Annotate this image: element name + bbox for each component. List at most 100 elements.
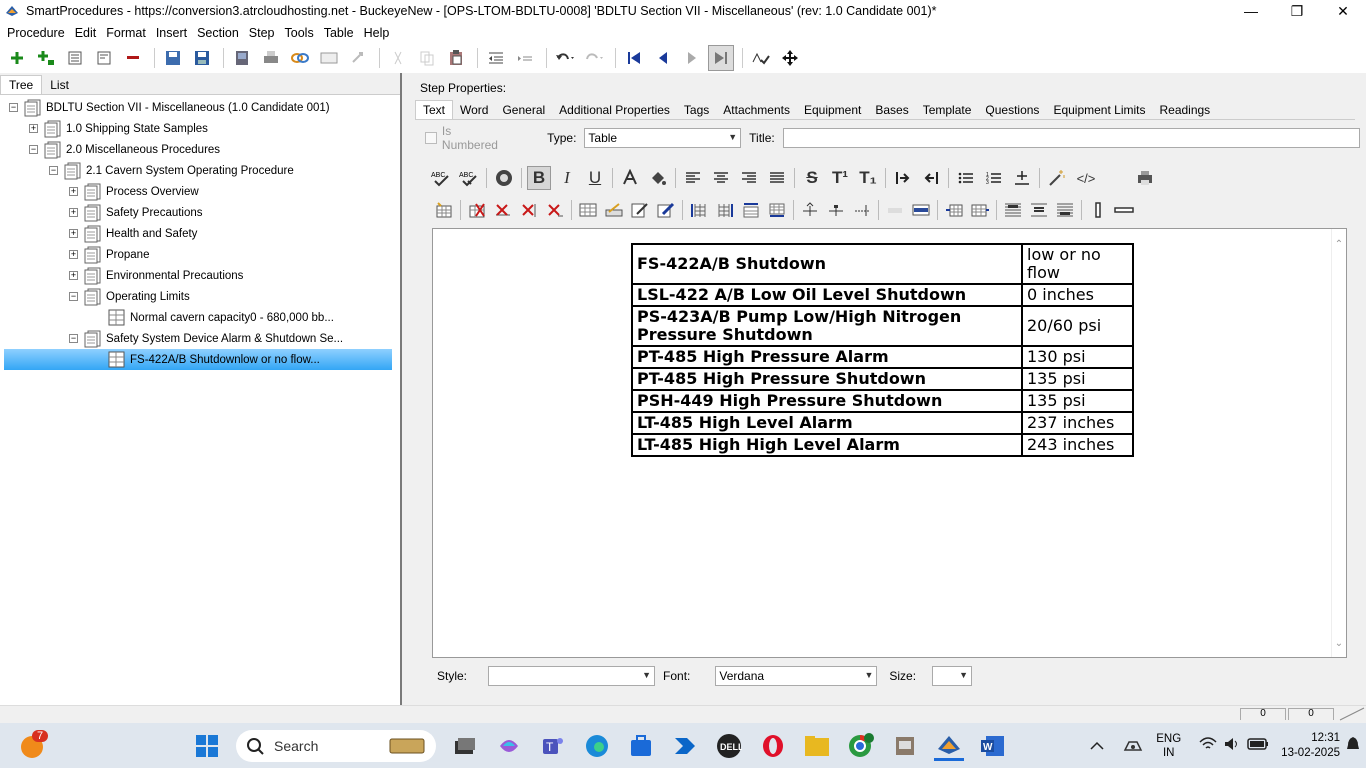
language-indicator[interactable]: ENG IN <box>1156 732 1181 760</box>
insert-line-icon[interactable] <box>1008 164 1036 192</box>
align-top-icon[interactable] <box>1000 199 1026 221</box>
table-cell-value[interactable]: 237 inches <box>1021 411 1134 435</box>
table-cell-value[interactable]: 0 inches <box>1021 283 1134 307</box>
tab-text[interactable]: Text <box>415 100 454 119</box>
tab-template[interactable]: Template <box>916 101 979 119</box>
insert-column-before-icon[interactable] <box>686 199 712 221</box>
outdent-icon[interactable] <box>483 45 509 71</box>
table-cell-value[interactable]: 135 psi <box>1021 389 1134 413</box>
align-center-icon[interactable] <box>707 164 735 192</box>
add-icon[interactable] <box>4 45 30 71</box>
menu-section[interactable]: Section <box>192 26 244 40</box>
minimize-button[interactable]: — <box>1228 0 1274 22</box>
windows-start-icon[interactable] <box>192 731 222 761</box>
insert-table-icon[interactable] <box>431 199 457 221</box>
chrome-icon[interactable] <box>846 731 876 761</box>
tree-node-section[interactable]: + Health and Safety <box>0 223 400 244</box>
volume-icon[interactable] <box>1223 736 1241 755</box>
merge-cell-icon[interactable] <box>823 199 849 221</box>
tree-node-root[interactable]: − BDLTU Section VII - Miscellaneous (1.0 … <box>0 97 400 118</box>
save-all-icon[interactable] <box>160 45 186 71</box>
delete-icon[interactable] <box>120 45 146 71</box>
subscript-button[interactable]: T₁ <box>854 164 882 192</box>
tab-equipment[interactable]: Equipment <box>797 101 868 119</box>
increase-indent-icon[interactable] <box>889 164 917 192</box>
dell-icon[interactable]: DELL <box>714 731 744 761</box>
tree-node-section[interactable]: − Operating Limits <box>0 286 400 307</box>
collapse-icon[interactable]: − <box>49 166 58 175</box>
tree-node-section[interactable]: − Safety System Device Alarm & Shutdown S… <box>0 328 400 349</box>
tree-node-section[interactable]: + Process Overview <box>0 181 400 202</box>
table-cell-item[interactable]: PSH-449 High Pressure Shutdown <box>631 389 1023 413</box>
table-cell-value[interactable]: low or no flow <box>1021 243 1134 285</box>
insert-row-below-icon[interactable] <box>764 199 790 221</box>
menu-help[interactable]: Help <box>359 26 395 40</box>
copilot-icon[interactable] <box>494 731 524 761</box>
collapse-icon[interactable]: − <box>9 103 18 112</box>
table-properties-icon[interactable] <box>601 199 627 221</box>
word-icon[interactable]: W <box>978 731 1008 761</box>
menu-format[interactable]: Format <box>101 26 151 40</box>
tree-node-section[interactable]: + Propane <box>0 244 400 265</box>
file-explorer-icon[interactable] <box>802 731 832 761</box>
scroll-down-icon[interactable]: ⌄ <box>1332 638 1346 649</box>
table-cell-item[interactable]: FS-422A/B Shutdown <box>631 243 1023 285</box>
table-cell-item[interactable]: PT-485 High Pressure Alarm <box>631 345 1023 369</box>
italic-button[interactable]: I <box>553 164 581 192</box>
table-cell-value[interactable]: 20/60 psi <box>1021 305 1134 347</box>
delete-row-icon[interactable] <box>490 199 516 221</box>
table-width-icon[interactable] <box>908 199 934 221</box>
editor-scrollbar[interactable]: ⌃ ⌄ <box>1331 229 1346 657</box>
battery-icon[interactable] <box>1247 737 1269 754</box>
menu-step[interactable]: Step <box>244 26 280 40</box>
wifi-icon[interactable] <box>1199 736 1217 755</box>
tree-node-step[interactable]: Normal cavern capacity0 - 680,000 bb... <box>0 307 400 328</box>
tab-equipment-limits[interactable]: Equipment Limits <box>1046 101 1152 119</box>
spell-check-all-icon[interactable]: ABC <box>455 164 483 192</box>
spell-check-icon[interactable]: ABC <box>427 164 455 192</box>
form-icon[interactable] <box>316 45 342 71</box>
add-child-icon[interactable] <box>33 45 59 71</box>
clock[interactable]: 12:31 13-02-2025 <box>1281 731 1340 761</box>
spell-check-icon[interactable] <box>748 45 774 71</box>
tab-bases[interactable]: Bases <box>868 101 915 119</box>
menu-edit[interactable]: Edit <box>70 26 102 40</box>
table-cell-value[interactable]: 243 inches <box>1021 433 1134 457</box>
properties-icon[interactable] <box>91 45 117 71</box>
tree-node-section[interactable]: +1.0 Shipping State Samples <box>0 118 400 139</box>
collapse-icon[interactable]: − <box>69 334 78 343</box>
bullet-list-icon[interactable] <box>952 164 980 192</box>
indent-icon[interactable] <box>512 45 538 71</box>
tab-tags[interactable]: Tags <box>677 101 716 119</box>
close-button[interactable]: ✕ <box>1320 0 1366 22</box>
tree-node-section[interactable]: − 2.0 Miscellaneous Procedures <box>0 139 400 160</box>
menu-table[interactable]: Table <box>319 26 359 40</box>
link-icon[interactable] <box>287 45 313 71</box>
expand-icon[interactable]: + <box>69 187 78 196</box>
tree-node-section[interactable]: + Safety Precautions <box>0 202 400 223</box>
print-icon[interactable] <box>258 45 284 71</box>
undo-icon[interactable] <box>552 45 578 71</box>
row-icon[interactable] <box>1111 199 1137 221</box>
menu-insert[interactable]: Insert <box>151 26 192 40</box>
tab-list[interactable]: List <box>42 76 77 94</box>
tab-readings[interactable]: Readings <box>1152 101 1217 119</box>
decrease-indent-icon[interactable] <box>917 164 945 192</box>
split-cell-icon[interactable] <box>797 199 823 221</box>
type-select[interactable]: Table ▼ <box>584 128 742 148</box>
collapse-icon[interactable]: − <box>29 145 38 154</box>
delete-column-icon[interactable] <box>516 199 542 221</box>
align-middle-icon[interactable] <box>1026 199 1052 221</box>
tab-general[interactable]: General <box>495 101 552 119</box>
add-column-icon[interactable] <box>941 199 967 221</box>
table-cell-item[interactable]: LSL-422 A/B Low Oil Level Shutdown <box>631 283 1023 307</box>
vpn-icon[interactable] <box>1118 731 1148 761</box>
table-cell-value[interactable]: 135 psi <box>1021 367 1134 391</box>
add-row-icon[interactable] <box>967 199 993 221</box>
merge-right-icon[interactable] <box>849 199 875 221</box>
insert-symbol-icon[interactable] <box>490 164 518 192</box>
panel-splitter[interactable] <box>400 73 407 705</box>
menu-tools[interactable]: Tools <box>280 26 319 40</box>
column-icon[interactable] <box>1085 199 1111 221</box>
table-cell-item[interactable]: PT-485 High Pressure Shutdown <box>631 367 1023 391</box>
